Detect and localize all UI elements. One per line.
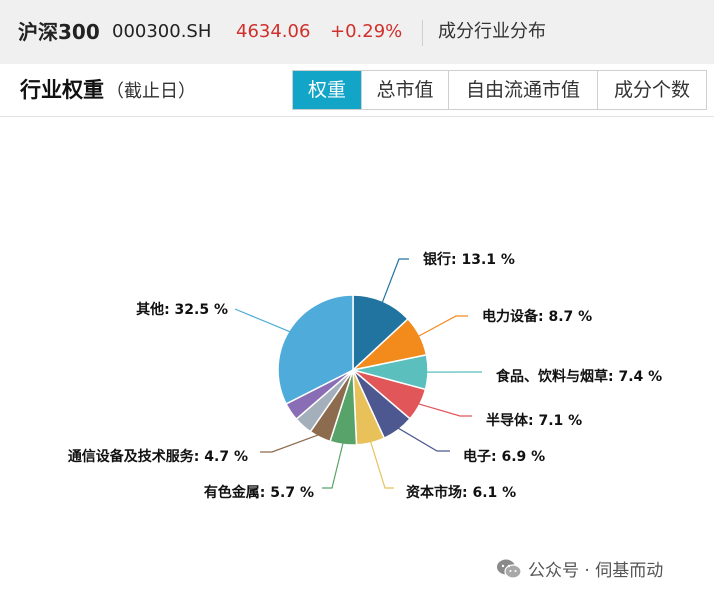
slice-label-1: 电力设备: 8.7 % (482, 308, 592, 325)
slice-label-10: 其他: 32.5 % (136, 301, 228, 318)
watermark-text: 公众号 · 伺基而动 (528, 561, 664, 581)
slice-label-2: 食品、饮料与烟草: 7.4 % (496, 368, 662, 385)
leader-line-1 (415, 315, 468, 339)
slice-label-5: 资本市场: 6.1 % (406, 484, 516, 501)
leader-line-5 (369, 438, 394, 489)
wechat-icon (497, 559, 522, 579)
slice-label-7: 通信设备及技术服务: 4.7 % (68, 448, 248, 465)
leader-line-3 (415, 402, 472, 417)
slice-label-4: 电子: 6.9 % (463, 448, 545, 465)
leader-line-7 (260, 433, 322, 453)
pie-chart: 银行: 13.1 % 电力设备: 8.7 % 食品、饮料与烟草: 7.4 % 半导体:… (68, 251, 662, 501)
slice-label-3: 半导体: 7.1 % (486, 412, 582, 429)
leader-line-0 (380, 258, 409, 306)
slice-label-6: 有色金属: 5.7 % (204, 484, 314, 501)
leader-line-6 (322, 440, 345, 489)
leader-line-4 (395, 426, 450, 452)
slice-label-0: 银行: 13.1 % (423, 251, 515, 268)
leader-line-10 (234, 308, 293, 334)
watermark: 公众号 · 伺基而动 (496, 556, 663, 581)
